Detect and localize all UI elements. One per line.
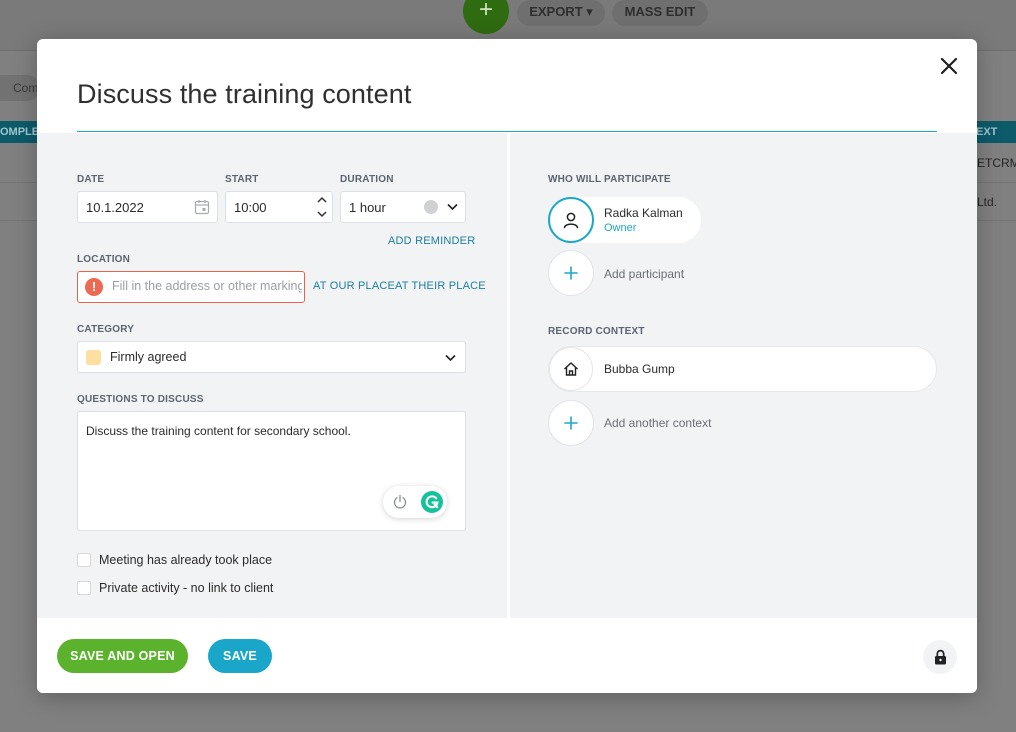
category-color-swatch (86, 350, 101, 365)
background-mass-edit-button: MASS EDIT (612, 0, 708, 26)
category-select[interactable]: Firmly agreed (77, 341, 466, 373)
background-filter-chip: Com (0, 75, 40, 101)
duration-select[interactable]: 1 hour (340, 191, 466, 223)
context-chip[interactable]: Bubba Gump (548, 346, 937, 392)
background-column-header-right: EXT (975, 121, 1016, 143)
privacy-lock-button[interactable] (923, 640, 957, 674)
home-icon-wrapper (549, 347, 593, 391)
record-context-label: RECORD CONTEXT (548, 326, 645, 337)
questions-label: QUESTIONS TO DISCUSS (77, 394, 204, 405)
start-time-field[interactable]: 10:00 (225, 191, 333, 223)
checkbox-label: Meeting has already took place (99, 553, 273, 567)
lock-icon (934, 649, 946, 665)
save-and-open-button[interactable]: SAVE AND OPEN (57, 639, 188, 673)
chevron-down-icon (445, 354, 456, 362)
add-context-label[interactable]: Add another context (604, 416, 711, 430)
background-column-header-left: OMPLET (0, 121, 40, 143)
chevron-down-icon (447, 203, 458, 211)
add-participant-label[interactable]: Add participant (604, 267, 684, 281)
date-value: 10.1.2022 (86, 200, 144, 215)
participant-role: Owner (604, 222, 637, 234)
add-reminder-link[interactable]: ADD REMINDER (388, 235, 475, 247)
power-icon[interactable] (392, 494, 408, 510)
category-value: Firmly agreed (110, 350, 187, 364)
location-label: LOCATION (77, 254, 131, 265)
plus-icon (564, 416, 578, 430)
private-activity-checkbox[interactable]: Private activity - no link to client (77, 580, 273, 596)
grammarly-widget[interactable] (383, 486, 447, 518)
add-context-button[interactable] (548, 400, 594, 446)
background-export-button: EXPORT ▾ (517, 0, 605, 26)
chevron-up-icon (317, 196, 327, 203)
modal-title: Discuss the training content (77, 79, 412, 109)
save-button[interactable]: SAVE (208, 639, 272, 673)
close-button[interactable] (937, 54, 961, 78)
date-label: DATE (77, 174, 105, 185)
at-our-place-link[interactable]: AT OUR PLACE (313, 280, 395, 292)
at-their-place-link[interactable]: AT THEIR PLACE (395, 280, 486, 292)
modal-footer: SAVE AND OPEN SAVE (37, 618, 977, 693)
participant-chip[interactable]: Radka Kalman Owner (548, 197, 701, 243)
close-icon (940, 57, 958, 75)
add-participant-button[interactable] (548, 250, 594, 296)
grammarly-icon[interactable] (421, 491, 443, 513)
questions-textarea[interactable]: Discuss the training content for seconda… (77, 411, 466, 531)
background-export-label: EXPORT (529, 4, 583, 19)
participants-label: WHO WILL PARTICIPATE (548, 174, 671, 185)
checkbox-box[interactable] (77, 581, 91, 595)
background-row-text: Ltd. (977, 195, 998, 209)
start-label: START (225, 174, 259, 185)
plus-icon (564, 266, 578, 280)
home-icon (564, 362, 578, 376)
duration-value: 1 hour (349, 200, 386, 215)
time-decrement-button[interactable] (313, 207, 331, 222)
user-icon (563, 212, 579, 229)
title-underline (77, 131, 937, 132)
checkbox-box[interactable] (77, 553, 91, 567)
warning-icon: ! (85, 278, 103, 296)
questions-value: Discuss the training content for seconda… (86, 424, 351, 438)
chevron-down-icon (317, 211, 327, 218)
activity-modal: Discuss the training content DATE START … (37, 39, 977, 693)
background-row-text: ETCRM (977, 156, 1016, 170)
participant-name: Radka Kalman (604, 206, 683, 220)
location-field: ! (77, 271, 305, 303)
calendar-icon[interactable] (194, 199, 210, 215)
date-field[interactable]: 10.1.2022 (77, 191, 218, 223)
location-input[interactable] (112, 279, 302, 293)
category-label: CATEGORY (77, 324, 135, 335)
avatar (548, 197, 594, 243)
context-name: Bubba Gump (604, 362, 675, 376)
start-time-value: 10:00 (234, 200, 267, 215)
duration-indicator-icon (424, 200, 438, 214)
meeting-took-place-checkbox[interactable]: Meeting has already took place (77, 552, 272, 568)
checkbox-label: Private activity - no link to client (99, 581, 274, 595)
time-increment-button[interactable] (313, 192, 331, 207)
duration-label: DURATION (340, 174, 394, 185)
